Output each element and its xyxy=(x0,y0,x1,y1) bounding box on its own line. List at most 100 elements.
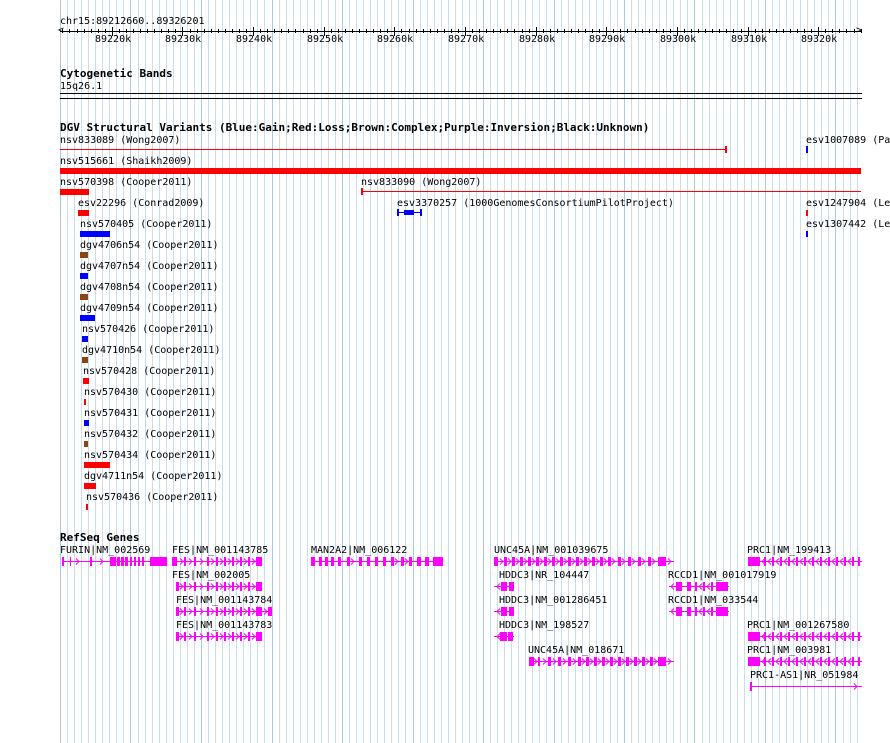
gene-model[interactable] xyxy=(748,656,864,668)
variant-label[interactable]: nsv570431 (Cooper2011) xyxy=(84,408,216,419)
variant-bar[interactable] xyxy=(80,252,88,258)
gene-label[interactable]: HDDC3|NM_198527 xyxy=(499,620,589,631)
gene-model[interactable] xyxy=(172,556,264,568)
gene-label[interactable]: HDDC3|NR_104447 xyxy=(499,570,589,581)
gene-exon xyxy=(695,607,697,616)
gene-label[interactable]: FES|NM_001143784 xyxy=(176,595,272,606)
gene-label[interactable]: FES|NM_001143785 xyxy=(172,545,268,556)
variant-bar[interactable] xyxy=(80,273,88,279)
variant-label[interactable]: dgv4708n54 (Cooper2011) xyxy=(80,282,218,293)
gene-model[interactable] xyxy=(176,606,274,618)
variant-bar[interactable] xyxy=(361,188,363,195)
gene-model[interactable] xyxy=(494,556,676,568)
gene-exon xyxy=(858,657,860,666)
gene-label[interactable]: FES|NM_002005 xyxy=(172,570,250,581)
gene-label[interactable]: MAN2A2|NM_006122 xyxy=(311,545,407,556)
variant-label[interactable]: nsv570426 (Cooper2011) xyxy=(82,324,214,335)
variant-bar[interactable] xyxy=(84,483,96,489)
variant-label[interactable]: dgv4707n54 (Cooper2011) xyxy=(80,261,218,272)
variant-label[interactable]: nsv570405 (Cooper2011) xyxy=(80,219,212,230)
gene-exon xyxy=(828,632,830,641)
variant-label[interactable]: esv1307442 (Le xyxy=(806,219,890,230)
gene-model[interactable] xyxy=(494,581,516,593)
variant-bar[interactable] xyxy=(397,209,399,216)
gene-model[interactable] xyxy=(311,556,445,568)
gene-model[interactable] xyxy=(529,656,676,668)
variant-label[interactable]: nsv833090 (Wong2007) xyxy=(361,177,481,188)
gene-label[interactable]: RCCD1|NM_001017919 xyxy=(668,570,776,581)
gene-label[interactable]: UNC45A|NM_018671 xyxy=(528,645,624,656)
variant-bar[interactable] xyxy=(806,210,808,216)
variant-label[interactable]: dgv4706n54 (Cooper2011) xyxy=(80,240,218,251)
variant-label[interactable]: dgv4709n54 (Cooper2011) xyxy=(80,303,218,314)
ruler-minor-tick xyxy=(451,29,452,33)
variant-label[interactable]: nsv570428 (Cooper2011) xyxy=(83,366,215,377)
gene-exon xyxy=(695,582,697,591)
gene-model[interactable] xyxy=(494,631,516,643)
gene-model[interactable] xyxy=(669,606,731,618)
variant-bar[interactable] xyxy=(84,420,89,426)
variant-label[interactable]: nsv570436 (Cooper2011) xyxy=(86,492,218,503)
variant-label[interactable]: nsv570432 (Cooper2011) xyxy=(84,429,216,440)
gene-exon xyxy=(772,557,774,566)
variant-label[interactable]: esv1007089 (Pa xyxy=(806,135,890,146)
gene-model[interactable] xyxy=(669,581,731,593)
variant-bar[interactable] xyxy=(82,336,88,342)
gene-label[interactable]: PRC1-AS1|NR_051984 xyxy=(750,670,858,681)
variant-bar[interactable] xyxy=(84,462,110,468)
variant-label[interactable]: esv1247904 (Le xyxy=(806,198,890,209)
variant-label[interactable]: nsv570434 (Cooper2011) xyxy=(84,450,216,461)
gene-model[interactable] xyxy=(750,681,864,693)
variant-label[interactable]: esv3370257 (1000GenomesConsortiumPilotPr… xyxy=(397,198,674,209)
ruler-minor-tick xyxy=(691,29,692,33)
variant-span-line[interactable] xyxy=(60,149,727,150)
gene-exon xyxy=(256,557,262,566)
gene-label[interactable]: RCCD1|NM_033544 xyxy=(668,595,758,606)
variant-bar[interactable] xyxy=(78,210,89,216)
variant-bar[interactable] xyxy=(725,146,727,153)
variant-bar[interactable] xyxy=(80,315,95,321)
gene-label[interactable]: UNC45A|NM_001039675 xyxy=(494,545,608,556)
variant-label[interactable]: nsv570430 (Cooper2011) xyxy=(84,387,216,398)
ruler-minor-tick xyxy=(175,29,176,33)
variant-label[interactable]: dgv4710n54 (Cooper2011) xyxy=(82,345,220,356)
gene-model[interactable] xyxy=(748,556,864,568)
variant-bar[interactable] xyxy=(60,168,861,174)
gene-label[interactable]: PRC1|NM_003981 xyxy=(747,645,831,656)
variant-bar[interactable] xyxy=(806,231,808,237)
gene-label[interactable]: FURIN|NM_002569 xyxy=(60,545,150,556)
ruler-minor-tick xyxy=(211,29,212,33)
variant-label[interactable]: esv22296 (Conrad2009) xyxy=(78,198,204,209)
gene-model[interactable] xyxy=(494,606,516,618)
variant-bar[interactable] xyxy=(84,441,88,447)
variant-span-line[interactable] xyxy=(361,191,861,192)
variant-bar[interactable] xyxy=(83,378,89,384)
gene-exon xyxy=(804,657,806,666)
variant-bar[interactable] xyxy=(86,504,88,510)
variant-bar[interactable] xyxy=(404,210,414,215)
variant-bar[interactable] xyxy=(82,357,88,363)
variant-label[interactable]: dgv4711n54 (Cooper2011) xyxy=(84,471,222,482)
gene-exon xyxy=(796,632,798,641)
variant-bar[interactable] xyxy=(80,231,110,237)
gene-label[interactable]: PRC1|NM_199413 xyxy=(747,545,831,556)
gene-label[interactable]: FES|NM_001143783 xyxy=(176,620,272,631)
variant-label[interactable]: nsv515661 (Shaikh2009) xyxy=(60,156,192,167)
gene-model[interactable] xyxy=(176,631,264,643)
variant-label[interactable]: nsv833089 (Wong2007) xyxy=(60,135,180,146)
variant-label[interactable]: nsv570398 (Cooper2011) xyxy=(60,177,192,188)
gene-label[interactable]: HDDC3|NM_001286451 xyxy=(499,595,607,606)
gene-exon xyxy=(248,557,250,566)
gene-model[interactable] xyxy=(176,581,264,593)
ruler-minor-tick xyxy=(642,29,643,33)
gene-model[interactable] xyxy=(748,631,864,643)
gene-label[interactable]: PRC1|NM_001267580 xyxy=(747,620,849,631)
gene-model[interactable] xyxy=(62,556,169,568)
gene-exon xyxy=(772,632,774,641)
variant-bar[interactable] xyxy=(806,146,808,153)
variant-bar[interactable] xyxy=(60,189,89,195)
gene-exon xyxy=(748,557,760,566)
variant-bar[interactable] xyxy=(84,399,86,405)
variant-bar[interactable] xyxy=(80,294,88,300)
variant-bar[interactable] xyxy=(420,209,422,216)
